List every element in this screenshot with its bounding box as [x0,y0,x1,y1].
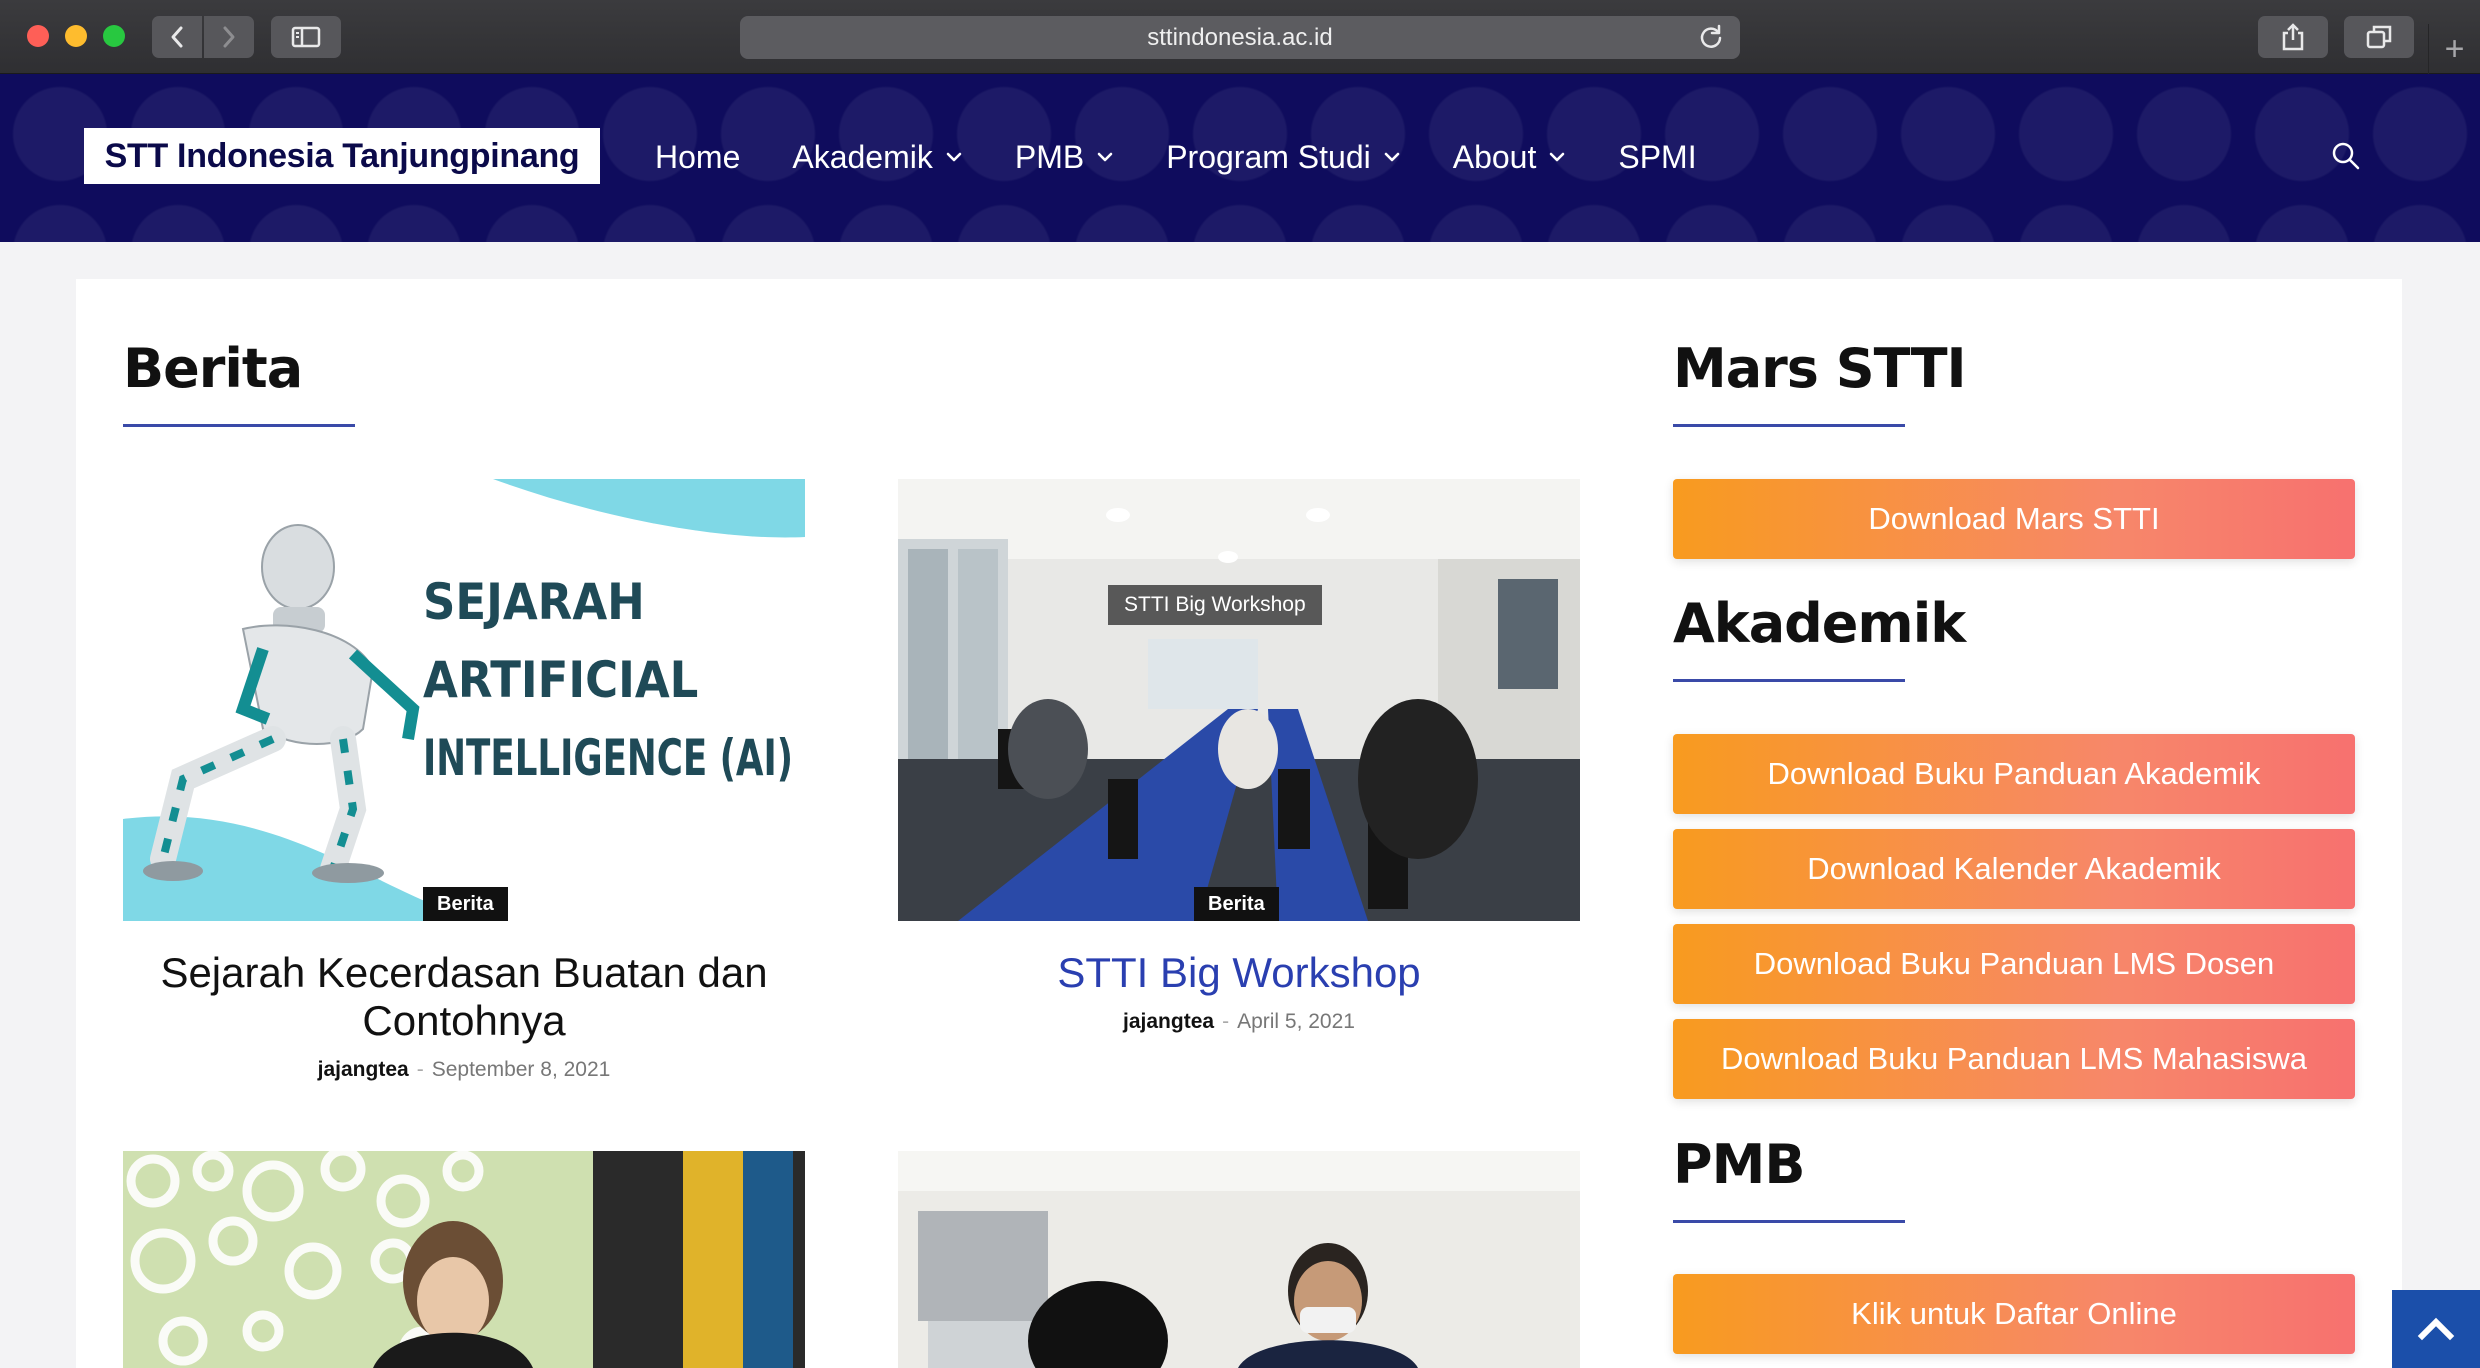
search-icon[interactable] [2330,140,2362,177]
nav-item-label: About [1452,138,1537,175]
chevron-down-icon [945,151,963,163]
image-caption: STTI Big Workshop [1108,585,1322,625]
post-author[interactable]: jajangtea [1123,1010,1214,1033]
nav-item-spmi[interactable]: SPMI [1618,139,1696,176]
download-kalender-akademik-button[interactable]: Download Kalender Akademik [1673,829,2355,909]
address-bar[interactable]: sttindonesia.ac.id [740,16,1740,59]
office-photo [123,1151,805,1368]
nav-item-akademik[interactable]: Akademik [792,139,963,176]
plus-icon: + [2444,29,2465,68]
section-title-berita: Berita [123,337,303,400]
post-thumbnail-3[interactable] [123,1151,805,1368]
post-author[interactable]: jajangtea [318,1058,409,1081]
sidebar-icon [291,26,321,48]
chevron-left-icon [171,26,183,48]
image-text-line: INTELLIGENCE (AI) [423,729,793,787]
post-date: April 5, 2021 [1237,1010,1355,1033]
nav-item-home[interactable]: Home [655,139,740,176]
new-tab-button[interactable]: + [2428,24,2480,74]
download-mars-button[interactable]: Download Mars STTI [1673,479,2355,559]
site-logo[interactable]: STT Indonesia Tanjungpinang [84,128,600,184]
category-badge[interactable]: Berita [1194,887,1279,921]
site-header: STT Indonesia Tanjungpinang Home Akademi… [0,74,2480,242]
download-panduan-akademik-button[interactable]: Download Buku Panduan Akademik [1673,734,2355,814]
nav-item-label: Akademik [792,138,933,175]
section-underline [1673,1220,1905,1223]
category-badge[interactable]: Berita [423,887,508,921]
back-to-top-button[interactable] [2392,1290,2480,1368]
download-lms-mahasiswa-button[interactable]: Download Buku Panduan LMS Mahasiswa [1673,1019,2355,1099]
nav-item-program-studi[interactable]: Program Studi [1166,139,1401,176]
meta-separator: - [1222,1010,1230,1033]
download-lms-dosen-button[interactable]: Download Buku Panduan LMS Dosen [1673,924,2355,1004]
nav-item-label: Home [655,138,741,175]
daftar-online-button[interactable]: Klik untuk Daftar Online [1673,1274,2355,1354]
section-underline [1673,679,1905,682]
chevron-up-icon [2417,1317,2455,1341]
sidebar-title-mars: Mars STTI [1673,337,1967,400]
post-meta: jajangtea - September 8, 2021 [123,1058,805,1082]
post-thumbnail-ai[interactable]: SEJARAH ARTIFICIAL INTELLIGENCE (AI) Ber… [123,479,805,921]
section-underline [123,424,355,427]
nav-item-label: SPMI [1618,138,1697,175]
nav-item-about[interactable]: About [1453,139,1567,176]
reload-icon [1700,24,1722,48]
meta-separator: - [416,1058,424,1081]
image-text-line: SEJARAH [423,573,645,631]
post-thumbnail-workshop[interactable]: STTI Big Workshop Berita [898,479,1580,921]
browser-toolbar: sttindonesia.ac.id + [0,0,2480,74]
chevron-down-icon [1383,151,1401,163]
post-meta: jajangtea - April 5, 2021 [898,1010,1580,1034]
image-text-line: ARTIFICIAL [423,651,698,709]
post-title[interactable]: Sejarah Kecerdasan Buatan dan Contohnya [123,949,805,1045]
nav-item-pmb[interactable]: PMB [1015,139,1114,176]
reload-button[interactable] [1698,24,1724,57]
meeting-photo [898,1151,1580,1368]
main-nav: Home Akademik PMB Program Studi About SP… [655,132,1749,182]
zoom-window-button[interactable] [103,25,125,47]
close-window-button[interactable] [27,25,49,47]
sidebar-toggle-button[interactable] [271,16,341,58]
section-underline [1673,424,1905,427]
forward-button[interactable] [204,16,254,58]
post-title[interactable]: STTI Big Workshop [898,949,1580,997]
sidebar-title-pmb: PMB [1673,1133,1805,1196]
chevron-right-icon [223,26,235,48]
nav-item-label: Program Studi [1166,138,1371,175]
tabs-icon [2366,25,2392,49]
share-icon [2282,23,2304,51]
workshop-photo [898,479,1580,921]
sidebar-title-akademik: Akademik [1673,592,1966,655]
nav-item-label: PMB [1014,138,1085,175]
chevron-down-icon [1096,151,1114,163]
url-text: sttindonesia.ac.id [1147,23,1333,51]
post-thumbnail-4[interactable] [898,1151,1580,1368]
chevron-down-icon [1548,151,1566,163]
back-button[interactable] [152,16,202,58]
post-date: September 8, 2021 [431,1058,611,1081]
minimize-window-button[interactable] [65,25,87,47]
tab-overview-button[interactable] [2344,16,2414,58]
ai-article-image: SEJARAH ARTIFICIAL INTELLIGENCE (AI) [123,479,805,921]
share-button[interactable] [2258,16,2328,58]
